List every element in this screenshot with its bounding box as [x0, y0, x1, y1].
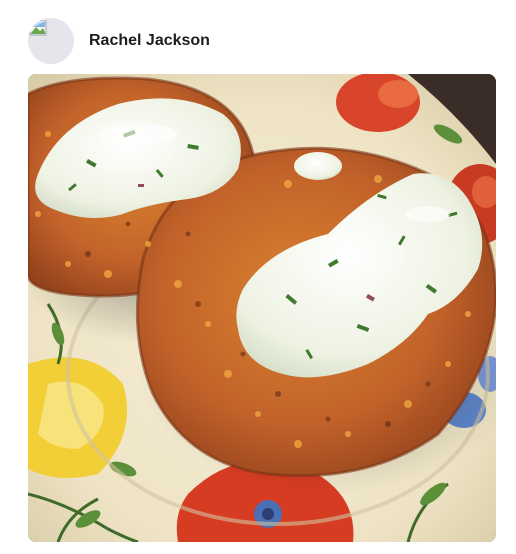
yogurt-sauce-small	[294, 152, 342, 180]
post-header: Rachel Jackson	[28, 18, 210, 64]
author-name[interactable]: Rachel Jackson	[89, 32, 210, 50]
feed-post: Rachel Jackson	[0, 0, 516, 554]
broken-image-icon	[29, 20, 47, 36]
avatar[interactable]	[28, 18, 74, 64]
food-photo-illustration	[28, 74, 496, 542]
plate-flower-red-top	[336, 74, 420, 132]
post-photo[interactable]	[28, 74, 496, 542]
